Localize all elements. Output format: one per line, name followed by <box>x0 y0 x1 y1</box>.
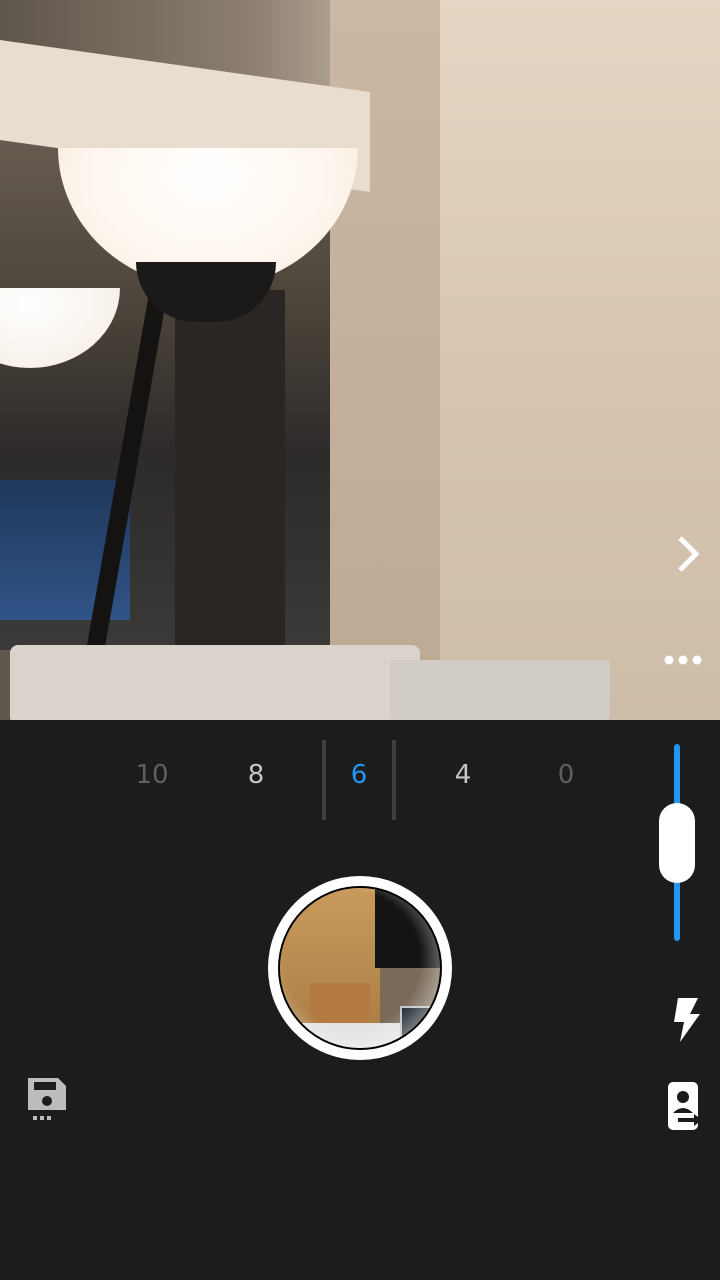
preview-closet <box>175 290 285 650</box>
last-photo-thumbnail[interactable] <box>278 886 442 1050</box>
camera-viewfinder[interactable] <box>0 0 720 720</box>
switch-camera-icon[interactable] <box>664 1080 708 1132</box>
preview-printer-2 <box>390 660 610 720</box>
zoom-selector[interactable]: 10 8 6 4 0 <box>100 740 620 820</box>
chevron-right-icon[interactable] <box>668 532 708 576</box>
zoom-option-0[interactable]: 0 <box>536 760 596 790</box>
flash-icon[interactable] <box>668 996 704 1044</box>
exposure-slider-thumb[interactable] <box>659 803 695 883</box>
thumbnail-vignette <box>280 888 440 1048</box>
zoom-option-6-selected[interactable]: 6 <box>329 760 389 790</box>
zoom-option-10[interactable]: 10 <box>122 760 182 790</box>
preview-printer <box>10 645 420 720</box>
preview-wall-right <box>440 0 720 720</box>
zoom-option-4[interactable]: 4 <box>433 760 493 790</box>
zoom-option-8[interactable]: 8 <box>226 760 286 790</box>
zoom-divider-left <box>322 740 326 820</box>
shutter-button[interactable] <box>268 876 452 1060</box>
more-dots-icon[interactable] <box>662 650 704 670</box>
save-storage-icon[interactable] <box>22 1076 72 1126</box>
zoom-divider-right <box>392 740 396 820</box>
